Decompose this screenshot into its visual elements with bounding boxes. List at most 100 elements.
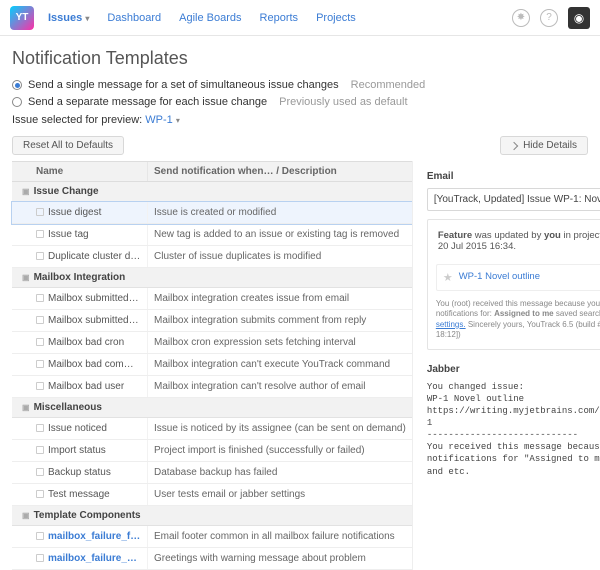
edit-icon xyxy=(36,360,44,368)
row-desc: Issue is created or modified xyxy=(148,202,412,223)
table-row[interactable]: Issue digestIssue is created or modified xyxy=(12,202,412,224)
table-row[interactable]: Mailbox submitted issueMailbox integrati… xyxy=(12,288,412,310)
preview-panel: Email [YouTrack, Updated] Issue WP-1: No… xyxy=(412,161,600,570)
edit-icon xyxy=(36,382,44,390)
row-desc: Email footer common in all mailbox failu… xyxy=(148,526,412,547)
collapse-icon: ▣ xyxy=(22,511,30,520)
table-row[interactable]: mailbox_failure_header.ftlGreetings with… xyxy=(12,548,412,570)
row-name: Mailbox bad command xyxy=(12,354,148,375)
radio-icon xyxy=(12,80,22,90)
content-split: Name Send notification when… / Descripti… xyxy=(12,161,588,570)
row-desc: Project import is finished (successfully… xyxy=(148,440,412,461)
email-issue-card: ★ WP-1 Novel outline Created by you xyxy=(436,264,600,291)
row-desc: New tag is added to an issue or existing… xyxy=(148,224,412,245)
edit-icon xyxy=(36,424,44,432)
row-name: Mailbox submitted comment xyxy=(12,310,148,331)
table-row[interactable]: Test messageUser tests email or jabber s… xyxy=(12,484,412,506)
row-name: Backup status xyxy=(12,462,148,483)
gear-icon[interactable]: ✸ xyxy=(512,9,530,27)
edit-icon xyxy=(36,230,44,238)
table-row[interactable]: Mailbox submitted commentMailbox integra… xyxy=(12,310,412,332)
nav-projects[interactable]: Projects xyxy=(316,12,356,24)
issue-id-link[interactable]: WP-1 xyxy=(459,271,483,282)
app-logo[interactable]: YT xyxy=(10,6,34,30)
help-icon[interactable]: ? xyxy=(540,9,558,27)
edit-icon xyxy=(36,532,44,540)
edit-icon xyxy=(36,338,44,346)
col-desc: Send notification when… / Description xyxy=(148,162,412,181)
edit-icon xyxy=(36,316,44,324)
row-name: Import status xyxy=(12,440,148,461)
group-header[interactable]: ▣ Issue Change xyxy=(12,182,412,202)
dropdown-icon: ▾ xyxy=(85,14,89,23)
email-body: Feature was updated by you in project Wa… xyxy=(427,219,600,350)
row-desc: Greetings with warning message about pro… xyxy=(148,548,412,569)
option-single-message[interactable]: Send a single message for a set of simul… xyxy=(12,79,588,91)
email-subject: [YouTrack, Updated] Issue WP-1: Novel ou… xyxy=(427,188,600,211)
email-section-label: Email xyxy=(427,171,600,182)
preview-issue-row: Issue selected for preview: WP-1 ▾ xyxy=(12,114,588,126)
edit-icon xyxy=(36,252,44,260)
dropdown-icon[interactable]: ▾ xyxy=(176,116,180,125)
row-name: mailbox_failure_footer.ftl xyxy=(12,526,148,547)
row-name: Mailbox bad cron xyxy=(12,332,148,353)
hide-details-button[interactable]: Hide Details xyxy=(500,136,588,155)
nav-reports[interactable]: Reports xyxy=(260,12,299,24)
table-row[interactable]: Mailbox bad commandMailbox integration c… xyxy=(12,354,412,376)
edit-icon xyxy=(36,208,44,216)
avatar[interactable]: ◉ xyxy=(568,7,590,29)
edit-icon xyxy=(36,294,44,302)
row-desc: Database backup has failed xyxy=(148,462,412,483)
page-body: Notification Templates Send a single mes… xyxy=(0,36,600,570)
table-row[interactable]: mailbox_failure_footer.ftlEmail footer c… xyxy=(12,526,412,548)
page-title: Notification Templates xyxy=(12,48,588,69)
option-label: Send a single message for a set of simul… xyxy=(28,79,339,91)
table-row[interactable]: Issue noticedIssue is noticed by its ass… xyxy=(12,418,412,440)
nav-agile-boards[interactable]: Agile Boards xyxy=(179,12,241,24)
email-footer-note: You (root) received this message because… xyxy=(436,299,600,341)
table-row[interactable]: Issue tagNew tag is added to an issue or… xyxy=(12,224,412,246)
nav-issues[interactable]: Issues ▾ xyxy=(48,12,89,24)
group-header[interactable]: ▣ Mailbox Integration xyxy=(12,268,412,288)
topbar: YT Issues ▾ Dashboard Agile Boards Repor… xyxy=(0,0,600,36)
row-name: Mailbox bad user xyxy=(12,376,148,397)
jabber-body: You changed issue: WP-1 Novel outline ht… xyxy=(427,381,600,478)
edit-icon xyxy=(36,490,44,498)
collapse-icon: ▣ xyxy=(22,273,30,282)
group-header[interactable]: ▣ Miscellaneous xyxy=(12,398,412,418)
toolbar: Reset All to Defaults Hide Details xyxy=(12,136,588,155)
row-name: Issue digest xyxy=(12,202,148,223)
collapse-icon: ▣ xyxy=(22,403,30,412)
edit-icon xyxy=(36,446,44,454)
issue-title-link[interactable]: Novel outline xyxy=(485,271,540,282)
nav-dashboard[interactable]: Dashboard xyxy=(107,12,161,24)
edit-icon xyxy=(36,468,44,476)
jabber-section-label: Jabber xyxy=(427,364,600,375)
templates-table: Name Send notification when… / Descripti… xyxy=(12,161,412,570)
edit-icon xyxy=(36,554,44,562)
table-row[interactable]: Mailbox bad cronMailbox cron expression … xyxy=(12,332,412,354)
row-name: Issue tag xyxy=(12,224,148,245)
row-desc: User tests email or jabber settings xyxy=(148,484,412,505)
table-row[interactable]: Backup statusDatabase backup has failed xyxy=(12,462,412,484)
group-header[interactable]: ▣ Template Components xyxy=(12,506,412,526)
row-desc: Mailbox cron expression sets fetching in… xyxy=(148,332,412,353)
table-row[interactable]: Mailbox bad userMailbox integration can'… xyxy=(12,376,412,398)
table-row[interactable]: Import statusProject import is finished … xyxy=(12,440,412,462)
row-desc: Mailbox integration can't execute YouTra… xyxy=(148,354,412,375)
preview-issue-link[interactable]: WP-1 xyxy=(145,114,173,126)
option-label: Send a separate message for each issue c… xyxy=(28,96,267,108)
option-hint: Recommended xyxy=(351,79,426,91)
option-separate-message[interactable]: Send a separate message for each issue c… xyxy=(12,96,588,108)
table-row[interactable]: Duplicate cluster digestCluster of issue… xyxy=(12,246,412,268)
row-name: Issue noticed xyxy=(12,418,148,439)
chevron-right-icon xyxy=(510,141,518,149)
row-name: Mailbox submitted issue xyxy=(12,288,148,309)
reset-all-button[interactable]: Reset All to Defaults xyxy=(12,136,124,155)
preview-label: Issue selected for preview: xyxy=(12,114,142,126)
star-icon[interactable]: ★ xyxy=(443,271,453,284)
main-nav: Issues ▾ Dashboard Agile Boards Reports … xyxy=(48,12,356,24)
row-name: mailbox_failure_header.ftl xyxy=(12,548,148,569)
radio-icon xyxy=(12,97,22,107)
row-desc: Cluster of issue duplicates is modified xyxy=(148,246,412,267)
